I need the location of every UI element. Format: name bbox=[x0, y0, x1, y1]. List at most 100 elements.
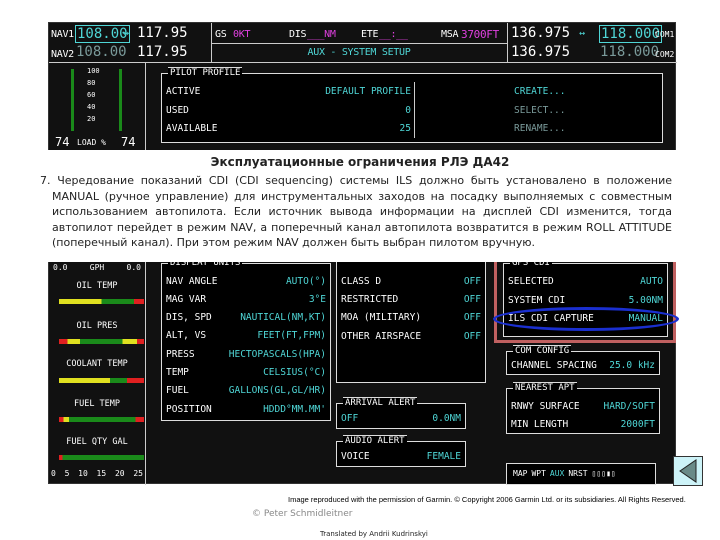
row-label: CHANNEL SPACING bbox=[511, 360, 597, 371]
nav1-swap-icon[interactable]: ↔ bbox=[123, 28, 129, 39]
row-value[interactable]: 3°E bbox=[309, 294, 326, 305]
row-label: SELECTED bbox=[508, 276, 554, 287]
page-group-wpt: WPT bbox=[531, 469, 546, 478]
translation-note: Эксплуатационные ограничения РЛЭ ДА42 7.… bbox=[0, 150, 720, 262]
units-row[interactable]: FUEL GALLONS(GL,GL/HR) bbox=[166, 385, 326, 396]
row-value[interactable]: OFF bbox=[464, 276, 481, 287]
tick: 100 bbox=[87, 67, 100, 75]
com1-standby-freq[interactable]: 136.975 bbox=[511, 25, 570, 41]
translator-credit: Translated by Andrii Kudrinskyi bbox=[320, 530, 428, 538]
gph-left: 0.0 bbox=[53, 263, 68, 272]
author-credit: © Peter Schmidleitner bbox=[252, 509, 353, 519]
panel-title: COM CONFIG bbox=[513, 345, 572, 356]
load-left-value: 74 bbox=[55, 135, 70, 149]
nav2-active-freq[interactable]: 108.00 bbox=[76, 44, 127, 60]
used-value: 0 bbox=[405, 105, 411, 116]
profile-row: ACTIVE DEFAULT PROFILE bbox=[166, 86, 411, 97]
select-profile-button[interactable]: SELECT... bbox=[514, 105, 565, 116]
tick: 15 bbox=[96, 469, 107, 478]
row-value[interactable]: OFF bbox=[464, 294, 481, 305]
pilot-profile-panel: PILOT PROFILE ACTIVE DEFAULT PROFILE USED… bbox=[161, 67, 663, 143]
fuel-temp-bar bbox=[59, 417, 144, 422]
units-row[interactable]: TEMP CELSIUS(°C) bbox=[166, 367, 326, 378]
units-row[interactable]: POSITION HDDD°MM.MM' bbox=[166, 404, 326, 415]
gauge-label: FUEL QTY GAL bbox=[66, 437, 128, 447]
gauge-label: OIL PRES bbox=[76, 321, 118, 331]
com2-active-freq[interactable]: 118.000 bbox=[600, 44, 659, 60]
row-value[interactable]: FEET(FT,FPM) bbox=[257, 330, 326, 341]
row-label: POSITION bbox=[166, 404, 212, 415]
row-label: DIS, SPD bbox=[166, 312, 212, 323]
row-value[interactable]: CELSIUS(°C) bbox=[263, 367, 326, 378]
units-row[interactable]: MAG VAR 3°E bbox=[166, 294, 326, 305]
row-value[interactable]: GALLONS(GL,GL/HR) bbox=[229, 385, 326, 396]
tick: 20 bbox=[114, 469, 125, 478]
nav2-standby-freq[interactable]: 117.95 bbox=[137, 44, 188, 60]
row-value[interactable]: AUTO(°) bbox=[286, 276, 326, 287]
row-value[interactable]: OFF bbox=[464, 312, 481, 323]
row-label: CLASS D bbox=[341, 276, 382, 287]
system-cdi-value[interactable]: 5.00NM bbox=[629, 295, 663, 306]
note-body: 7. Чередование показаний CDI (CDI sequen… bbox=[40, 174, 672, 249]
min-length-value[interactable]: 2000FT bbox=[621, 419, 655, 430]
nav1-standby-freq[interactable]: 117.95 bbox=[137, 25, 188, 41]
airspace-row[interactable]: RESTRICTED OFF bbox=[341, 294, 481, 305]
row-value[interactable]: HECTOPASCALS(HPA) bbox=[229, 349, 326, 360]
row-value[interactable]: NAUTICAL(NM,KT) bbox=[240, 312, 326, 323]
display-units-panel: DISPLAY UNITS NAV ANGLE AUTO(°) MAG VAR 3°… bbox=[161, 257, 331, 421]
row-label: USED bbox=[166, 105, 189, 116]
ils-cdi-capture-ellipse bbox=[493, 307, 679, 331]
airspace-row[interactable]: CLASS D OFF bbox=[341, 276, 481, 287]
row-label: ACTIVE bbox=[166, 86, 201, 97]
nav1-active-freq[interactable]: 108.00 bbox=[75, 25, 130, 43]
msa-value: 3700FT bbox=[461, 28, 499, 41]
rename-profile-button[interactable]: RENAME... bbox=[514, 123, 565, 134]
dis-label: DIS bbox=[289, 29, 307, 40]
divider bbox=[211, 43, 507, 44]
gph-right: 0.0 bbox=[126, 263, 141, 272]
com-config-panel: COM CONFIG CHANNEL SPACING 25.0 kHz bbox=[506, 345, 660, 375]
com1-swap-icon[interactable]: ↔ bbox=[579, 28, 585, 39]
gauge-label: COOLANT TEMP bbox=[66, 359, 128, 369]
cdi-selected-value[interactable]: AUTO bbox=[640, 276, 663, 287]
engine-strip-divider bbox=[145, 63, 146, 485]
nearest-apt-panel: NEAREST APT RNWY SURFACE HARD/SOFT MIN LE… bbox=[506, 382, 660, 434]
row-value[interactable]: HDDD°MM.MM' bbox=[263, 404, 326, 415]
arrival-alert-distance[interactable]: 0.0NM bbox=[432, 413, 461, 424]
gs-value: 0KT bbox=[233, 29, 251, 40]
airspace-row[interactable]: OTHER AIRSPACE OFF bbox=[341, 331, 481, 342]
load-scale: 100 80 60 40 20 bbox=[87, 65, 100, 125]
oil-temp-bar bbox=[59, 299, 144, 304]
row-label: ALT, VS bbox=[166, 330, 207, 341]
active-profile-value[interactable]: DEFAULT PROFILE bbox=[325, 86, 411, 97]
back-nav-button[interactable] bbox=[673, 456, 703, 486]
runway-surface-value[interactable]: HARD/SOFT bbox=[604, 401, 655, 412]
profile-row: USED 0 bbox=[166, 105, 411, 116]
divider bbox=[414, 82, 415, 138]
tick: 40 bbox=[87, 103, 96, 111]
nav2-label: NAV2 bbox=[51, 49, 74, 60]
arrival-alert-toggle[interactable]: OFF bbox=[341, 413, 358, 424]
row-label: NAV ANGLE bbox=[166, 276, 218, 287]
units-row[interactable]: PRESS HECTOPASCALS(HPA) bbox=[166, 349, 326, 360]
gs-label: GS bbox=[215, 29, 227, 40]
panel-title: AUDIO ALERT bbox=[343, 435, 407, 446]
channel-spacing-value[interactable]: 25.0 kHz bbox=[609, 360, 655, 371]
units-row[interactable]: DIS, SPD NAUTICAL(NM,KT) bbox=[166, 312, 326, 323]
page-dots: ▯▯▯▮▯ bbox=[591, 469, 616, 478]
units-row[interactable]: NAV ANGLE AUTO(°) bbox=[166, 276, 326, 287]
tick: 25 bbox=[133, 469, 143, 478]
row-value[interactable]: OFF bbox=[464, 331, 481, 342]
create-profile-button[interactable]: CREATE... bbox=[514, 86, 565, 97]
units-row[interactable]: ALT, VS FEET(FT,FPM) bbox=[166, 330, 326, 341]
voice-value[interactable]: FEMALE bbox=[427, 451, 461, 462]
row-label: VOICE bbox=[341, 451, 370, 462]
triangle-left-icon bbox=[679, 459, 697, 483]
fuel-flow: 0.0 GPH 0.0 bbox=[53, 263, 141, 272]
com2-standby-freq[interactable]: 136.975 bbox=[511, 44, 570, 60]
row-label: AVAILABLE bbox=[166, 123, 218, 134]
load-bar-left bbox=[71, 69, 74, 131]
airspace-row[interactable]: MOA (MILITARY) OFF bbox=[341, 312, 481, 323]
available-value: 25 bbox=[399, 123, 411, 134]
com1-active-freq[interactable]: 118.000 bbox=[599, 25, 663, 43]
